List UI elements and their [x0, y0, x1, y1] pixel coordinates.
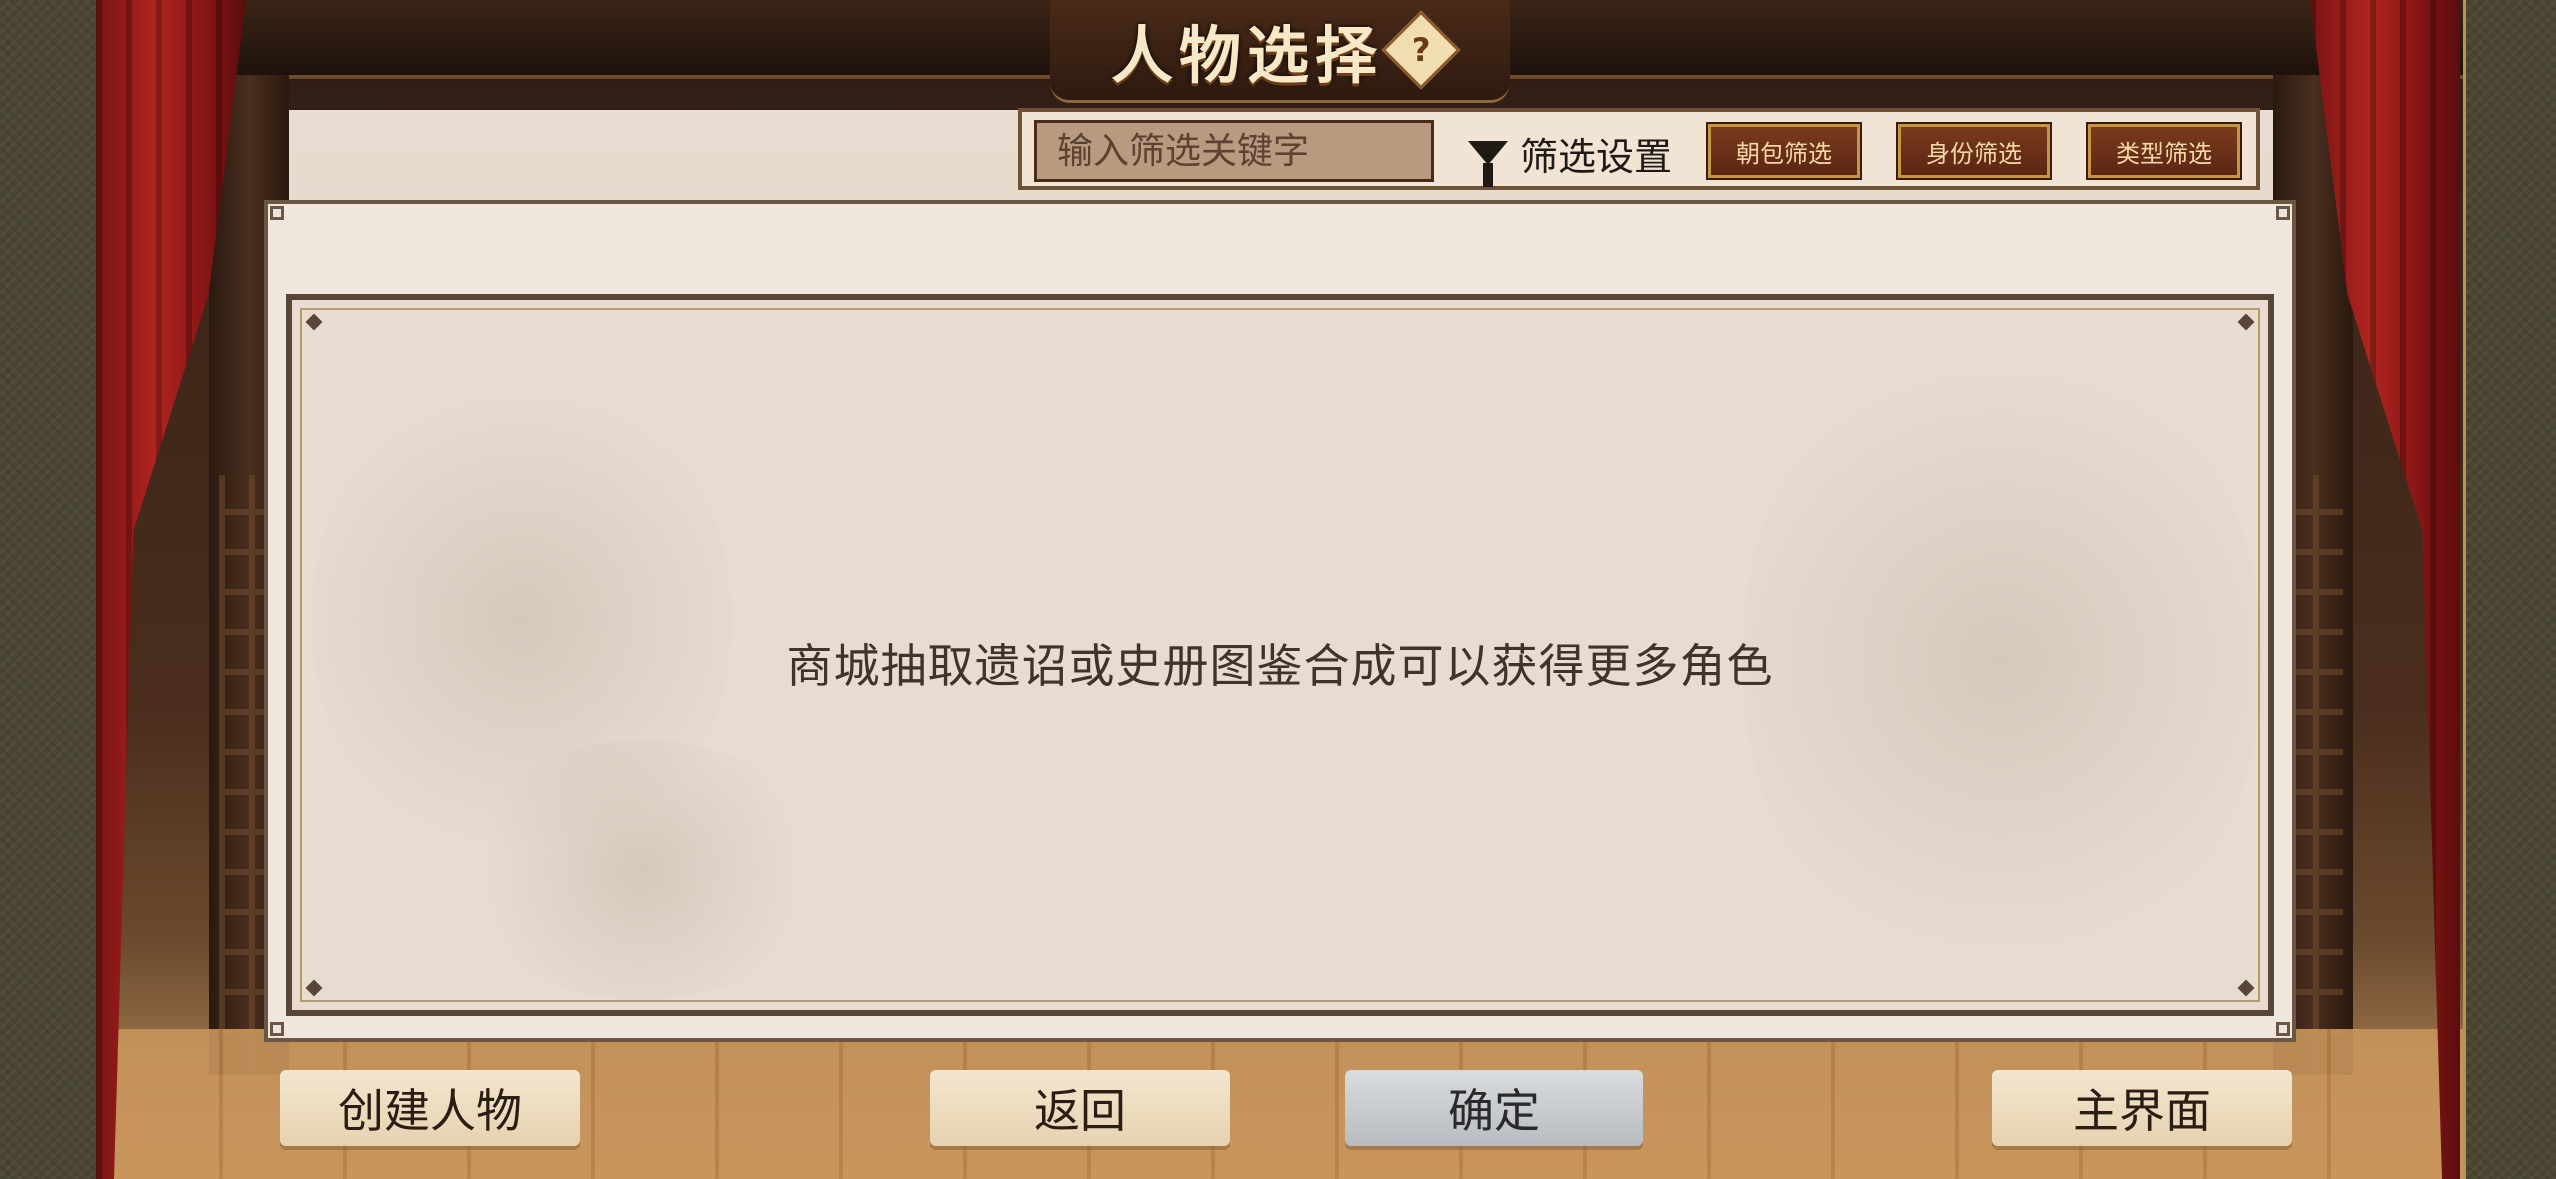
confirm-button[interactable]: 确定: [1345, 1070, 1643, 1146]
filter-settings-label: 筛选设置: [1520, 134, 1673, 179]
filter-bar: 筛选设置 朝包筛选 身份筛选 类型筛选: [1018, 108, 2260, 190]
corner-ornament: [270, 1022, 284, 1036]
type-filter-button[interactable]: 类型筛选: [2086, 122, 2242, 180]
corner-ornament: [270, 206, 284, 220]
diamond-ornament: [2237, 313, 2255, 331]
diamond-ornament: [305, 313, 323, 331]
identity-filter-button[interactable]: 身份筛选: [1896, 122, 2052, 180]
diamond-ornament: [305, 979, 323, 997]
back-button[interactable]: 返回: [930, 1070, 1230, 1146]
filter-settings-button[interactable]: 筛选设置: [1468, 122, 1673, 187]
ink-wash-decoration: [452, 740, 832, 1000]
character-list-area[interactable]: 商城抽取遗诏或史册图鉴合成可以获得更多角色: [286, 294, 2274, 1016]
create-character-button[interactable]: 创建人物: [280, 1070, 580, 1146]
game-screen: 人物选择 ? 筛选设置 朝包筛选 身份筛选 类型筛选 商城抽取遗诏或史册图鉴合成…: [0, 0, 2556, 1179]
title-banner: 人物选择 ?: [1050, 0, 1510, 103]
search-input[interactable]: [1034, 120, 1434, 182]
empty-list-hint: 商城抽取遗诏或史册图鉴合成可以获得更多角色: [786, 639, 1774, 693]
help-symbol: ?: [1411, 31, 1431, 69]
funnel-icon: [1468, 141, 1508, 187]
corner-ornament: [2276, 206, 2290, 220]
main-menu-button[interactable]: 主界面: [1992, 1070, 2292, 1146]
character-list-panel: 商城抽取遗诏或史册图鉴合成可以获得更多角色: [264, 200, 2296, 1042]
dynasty-filter-button[interactable]: 朝包筛选: [1706, 122, 1862, 180]
diamond-ornament: [2237, 979, 2255, 997]
corner-ornament: [2276, 1022, 2290, 1036]
page-title: 人物选择: [1110, 19, 1383, 92]
help-icon[interactable]: ?: [1381, 10, 1461, 90]
